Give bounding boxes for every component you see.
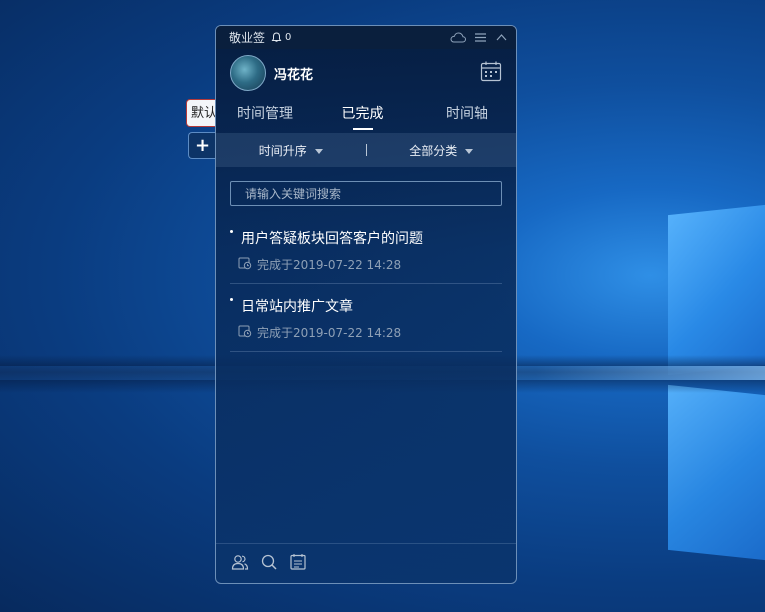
category-dropdown[interactable]: 全部分类: [367, 142, 517, 159]
bell-icon[interactable]: [271, 32, 282, 43]
item-meta: 完成于2019-07-22 14:28: [230, 324, 502, 341]
filter-bar: 时间升序 全部分类: [216, 133, 516, 167]
main-tabs: 时间管理 已完成 时间轴: [216, 97, 516, 133]
completed-list: 用户答疑板块回答客户的问题 完成于2019-07-22 14:28 日常站内推广…: [216, 216, 516, 352]
list-item[interactable]: 日常站内推广文章 完成于2019-07-22 14:28: [230, 284, 502, 352]
username: 冯花花: [274, 67, 314, 83]
item-title: 日常站内推广文章: [241, 299, 353, 315]
bottom-toolbar: [216, 543, 516, 583]
calendar-icon[interactable]: [480, 60, 502, 86]
notes-icon[interactable]: [289, 553, 307, 575]
windows-logo-pane-top: [668, 204, 765, 376]
collapse-icon[interactable]: [495, 32, 508, 43]
chevron-down-icon: [465, 148, 474, 154]
clock-icon: [238, 256, 257, 273]
category-tab-default[interactable]: 默认: [186, 99, 216, 127]
add-category-button[interactable]: +: [188, 132, 216, 159]
clock-icon: [238, 324, 257, 341]
sort-dropdown[interactable]: 时间升序: [216, 142, 366, 159]
search-input[interactable]: [230, 181, 502, 206]
windows-logo-pane-bottom: [668, 384, 765, 561]
item-meta: 完成于2019-07-22 14:28: [230, 256, 502, 273]
notification-count: 0: [285, 32, 292, 43]
app-window: 敬业签 0 冯花花 时间管理 已完成 时间轴 时间升序 全部分类 请输入关键词搜…: [215, 25, 517, 584]
title-bar[interactable]: 敬业签 0: [216, 26, 516, 49]
item-title: 用户答疑板块回答客户的问题: [241, 231, 423, 247]
bullet: [230, 298, 233, 301]
menu-icon[interactable]: [474, 32, 487, 43]
list-item[interactable]: 用户答疑板块回答客户的问题 完成于2019-07-22 14:28: [230, 216, 502, 284]
category-label: 全部分类: [409, 143, 458, 158]
search-icon[interactable]: [260, 553, 278, 575]
tab-completed[interactable]: 已完成: [321, 97, 405, 133]
completed-time: 完成于2019-07-22 14:28: [257, 326, 402, 340]
sort-label: 时间升序: [258, 143, 307, 158]
tab-time-management[interactable]: 时间管理: [222, 97, 321, 133]
avatar[interactable]: [230, 55, 266, 91]
tab-timeline[interactable]: 时间轴: [404, 97, 510, 133]
app-title: 敬业签: [229, 31, 266, 45]
profile-bar: 冯花花: [216, 49, 516, 97]
cloud-icon[interactable]: [450, 32, 466, 43]
completed-time: 完成于2019-07-22 14:28: [257, 258, 402, 272]
chevron-down-icon: [314, 148, 323, 154]
users-icon[interactable]: [231, 553, 249, 575]
bullet: [230, 230, 233, 233]
